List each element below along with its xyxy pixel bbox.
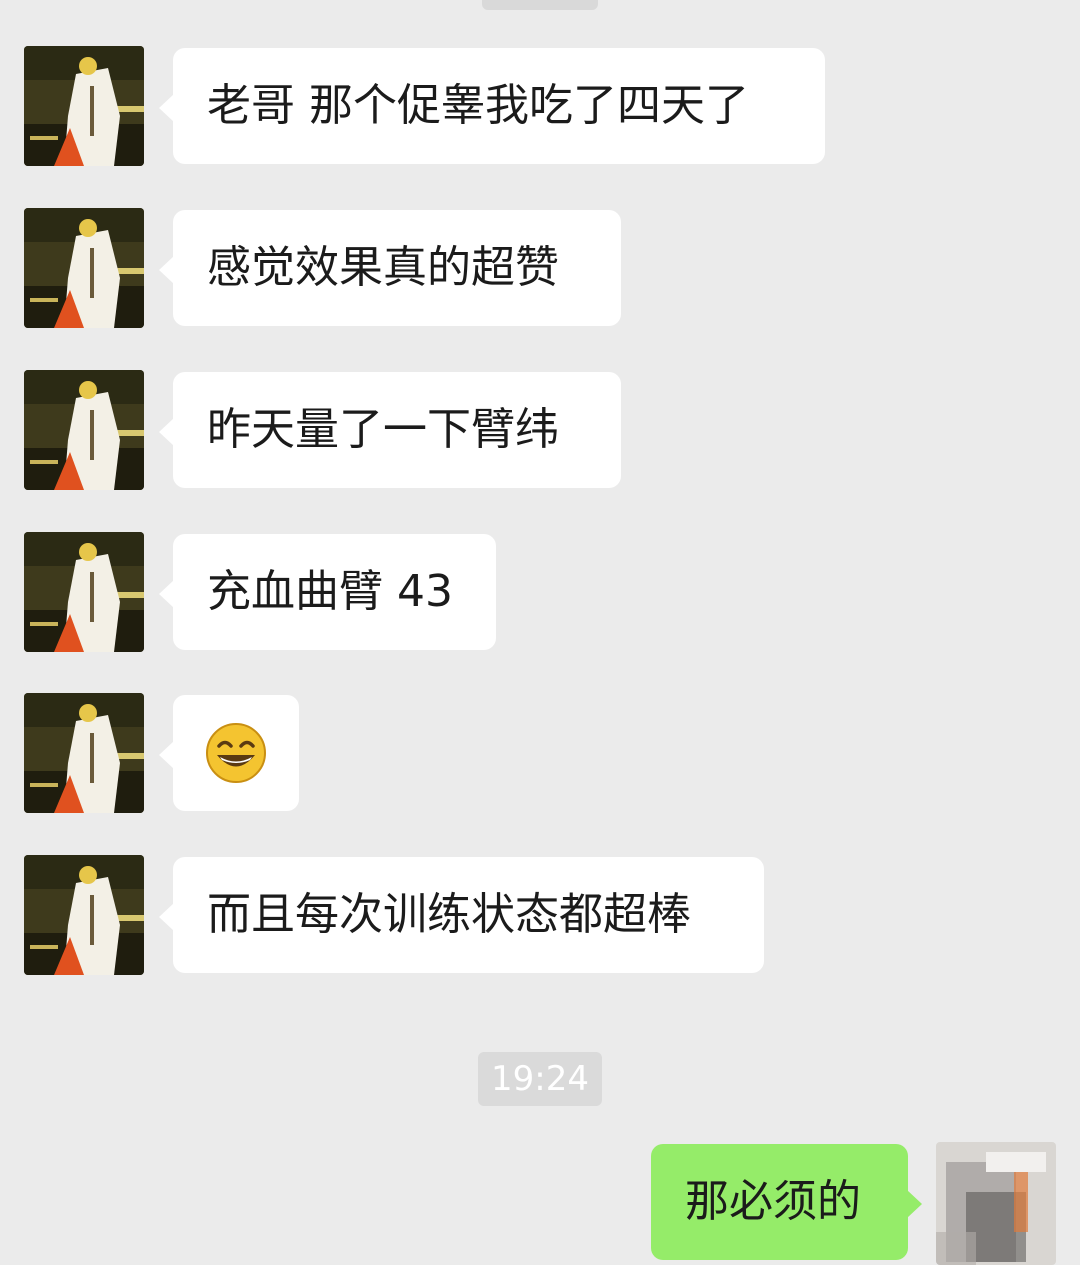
message-bubble[interactable]: 充血曲臂 43 — [159, 534, 496, 650]
message-bubble[interactable] — [159, 695, 299, 811]
message-text: 昨天量了一下臂纬 — [207, 404, 559, 455]
message-text: 而且每次训练状态都超棒 — [207, 889, 691, 940]
contact-avatar[interactable] — [24, 855, 144, 975]
avatar-image — [24, 370, 144, 490]
avatar-image — [24, 693, 144, 813]
contact-avatar[interactable] — [24, 693, 144, 813]
message-text: 老哥 那个促睾我吃了四天了 — [207, 80, 749, 131]
self-avatar[interactable] — [936, 1142, 1056, 1265]
reply-text: 那必须的 — [685, 1176, 861, 1227]
contact-avatar[interactable] — [24, 46, 144, 166]
grinning-face-emoji-icon — [206, 723, 266, 783]
message-text: 感觉效果真的超赞 — [207, 242, 559, 293]
contact-avatar[interactable] — [24, 370, 144, 490]
contact-avatar[interactable] — [24, 532, 144, 652]
message-bubble[interactable]: 感觉效果真的超赞 — [159, 210, 621, 326]
avatar-image — [24, 46, 144, 166]
reply-bubble[interactable]: 那必须的 — [651, 1144, 922, 1260]
contact-avatar[interactable] — [24, 208, 144, 328]
message-text: 充血曲臂 43 — [207, 566, 453, 617]
avatar-image — [24, 532, 144, 652]
message-bubble[interactable]: 老哥 那个促睾我吃了四天了 — [159, 48, 825, 164]
avatar-image — [24, 208, 144, 328]
message-bubble[interactable]: 而且每次训练状态都超棒 — [159, 857, 764, 973]
self-avatar-image — [936, 1142, 1056, 1265]
timestamp: 19:24 — [478, 1052, 602, 1106]
previous-timestamp-stub — [482, 0, 598, 10]
avatar-image — [24, 855, 144, 975]
message-bubble[interactable]: 昨天量了一下臂纬 — [159, 372, 621, 488]
